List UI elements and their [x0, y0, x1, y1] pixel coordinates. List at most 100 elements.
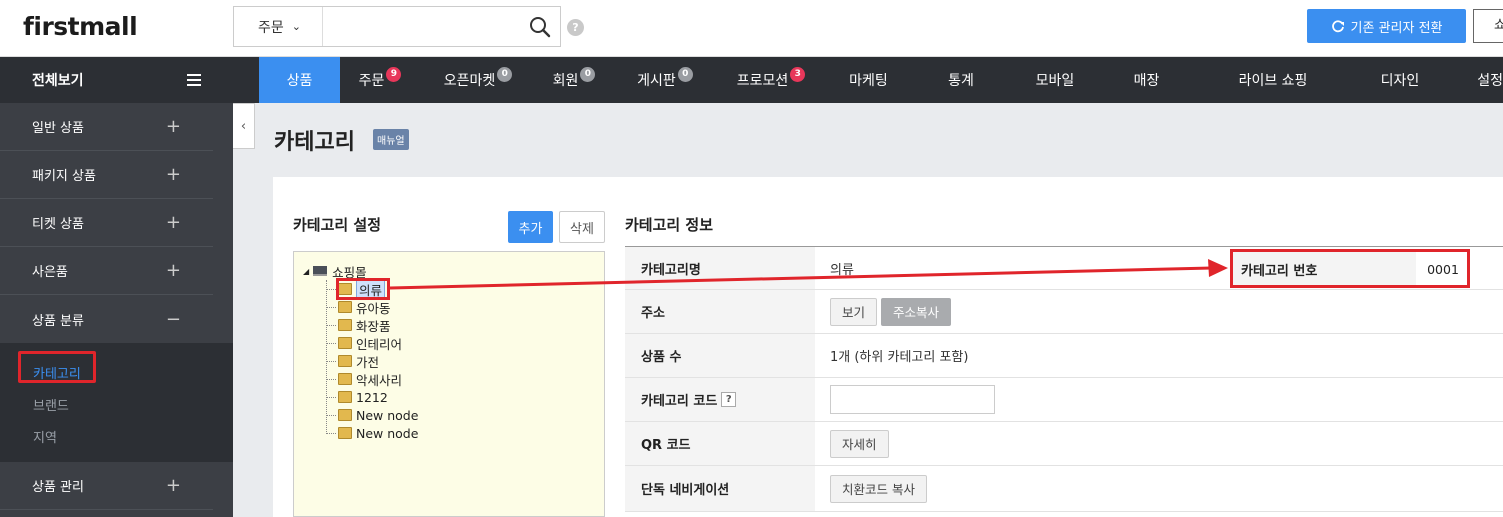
help-icon[interactable]: ?: [567, 19, 584, 36]
info-row-code: 카테고리 코드 ?: [625, 378, 1503, 422]
search-icon[interactable]: [520, 16, 560, 38]
tree-collapse-icon[interactable]: ◢: [303, 267, 309, 276]
tree-connector: [326, 280, 327, 434]
nav-tab-statistics[interactable]: 통계: [913, 57, 1009, 103]
plus-icon: +: [165, 475, 181, 496]
help-icon[interactable]: ?: [721, 392, 737, 407]
tree-node[interactable]: 가전: [338, 352, 379, 370]
tree-connector: [326, 397, 336, 398]
tree-connector: [326, 415, 336, 416]
info-value: [815, 378, 1503, 421]
info-row-navigation: 단독 네비게이션 치환코드 복사: [625, 466, 1503, 512]
sidebar-item-label: 일반 상품: [32, 121, 84, 136]
tree-node-label: 가전: [356, 354, 380, 370]
tree-node[interactable]: New node: [338, 406, 418, 424]
tree-connector: [326, 361, 336, 362]
nav-tab-label: 라이브 쇼핑: [1238, 73, 1308, 89]
info-value: 자세히: [815, 422, 1503, 465]
plus-icon: +: [165, 212, 181, 233]
shop-button[interactable]: 쇼: [1473, 9, 1503, 43]
nav-tab-settings[interactable]: 설정: [1446, 57, 1503, 103]
sidebar-collapse-toggle[interactable]: ‹: [233, 103, 255, 149]
copy-code-button[interactable]: 치환코드 복사: [830, 474, 927, 503]
nav-tab-label: 오픈마켓: [443, 73, 496, 89]
sidebar-subitem-brand[interactable]: 브랜드: [0, 388, 233, 420]
add-category-button[interactable]: 추가: [508, 211, 553, 243]
sidebar-item-general-product[interactable]: 일반 상품 +: [0, 103, 213, 151]
tree-node-label: 인테리어: [356, 336, 403, 352]
highlight-box-tree: [336, 278, 390, 300]
nav-tab-openmarket[interactable]: 오픈마켓 0: [420, 57, 536, 103]
chevron-left-icon: ‹: [240, 118, 247, 134]
nav-badge: 9: [386, 66, 402, 82]
info-label: QR 코드: [625, 422, 815, 465]
sidebar-item-gift[interactable]: 사은품 +: [0, 247, 213, 295]
tree-node-label: 유아동: [356, 300, 391, 316]
nav-tab-member[interactable]: 회원 0: [536, 57, 612, 103]
logo[interactable]: firstmall: [23, 12, 138, 41]
nav-badge: 0: [497, 66, 513, 82]
nav-tab-design[interactable]: 디자인: [1354, 57, 1446, 103]
search-type-select[interactable]: 주문 ⌄: [234, 7, 324, 46]
tree-connector: [326, 379, 336, 380]
manual-badge[interactable]: 매뉴얼: [373, 129, 409, 150]
nav-tab-label: 주문: [358, 73, 385, 89]
tree-node-label: 1212: [356, 389, 388, 405]
folder-icon: [338, 301, 352, 313]
view-address-button[interactable]: 보기: [830, 297, 878, 326]
nav-badge: 0: [580, 66, 596, 82]
product-count-value: 1개 (하위 카테고리 포함): [830, 350, 969, 365]
info-label: 주소: [625, 290, 815, 333]
nav-badge: 3: [790, 66, 806, 82]
sidebar-item-product-management[interactable]: 상품 관리 +: [0, 462, 213, 510]
nav-tab-promotion[interactable]: 프로모션 3: [718, 57, 824, 103]
tree-node[interactable]: 악세사리: [338, 370, 402, 388]
info-value: 보기 주소복사: [815, 290, 1503, 333]
qr-detail-button[interactable]: 자세히: [830, 429, 889, 458]
tree-node[interactable]: 1212: [338, 388, 388, 406]
top-header: firstmall 주문 ⌄ ? 기존 관리자 전환 쇼: [0, 0, 1503, 57]
search-input[interactable]: [323, 7, 521, 46]
nav-tab-board[interactable]: 게시판 0: [612, 57, 718, 103]
sidebar-header[interactable]: 전체보기: [0, 57, 233, 103]
nav-tab-live-shopping[interactable]: 라이브 쇼핑: [1192, 57, 1354, 103]
nav-tab-product[interactable]: 상품: [259, 57, 340, 103]
sidebar-item-label: 상품 관리: [32, 480, 84, 495]
nav-tab-label: 마케팅: [849, 73, 888, 89]
nav-tab-store[interactable]: 매장: [1101, 57, 1192, 103]
tree-node[interactable]: 화장품: [338, 316, 391, 334]
hamburger-menu-icon[interactable]: [187, 74, 201, 86]
nav-tab-mobile[interactable]: 모바일: [1009, 57, 1101, 103]
sidebar-subitem-region[interactable]: 지역: [0, 420, 233, 452]
tree-node[interactable]: 인테리어: [338, 334, 402, 352]
chevron-down-icon: ⌄: [291, 20, 301, 33]
tree-node-label: 악세사리: [356, 372, 403, 388]
nav-tab-order[interactable]: 주문 9: [340, 57, 420, 103]
info-label: 카테고리명: [625, 247, 815, 289]
info-label: 단독 네비게이션: [625, 466, 815, 511]
tree-connector: [326, 307, 336, 308]
copy-address-button[interactable]: 주소복사: [881, 297, 952, 326]
nav-tab-marketing[interactable]: 마케팅: [824, 57, 913, 103]
page-title: 카테고리: [274, 130, 355, 155]
nav-tab-label: 디자인: [1380, 73, 1420, 89]
tree-connector: [326, 343, 336, 344]
nav-tab-label: 상품: [286, 73, 313, 89]
info-row-count: 상품 수 1개 (하위 카테고리 포함): [625, 334, 1503, 378]
tree-connector: [326, 325, 336, 326]
tree-node[interactable]: 유아동: [338, 298, 391, 316]
tree-node-label: 화장품: [356, 318, 391, 334]
category-code-input[interactable]: [830, 385, 995, 414]
sidebar-item-ticket-product[interactable]: 티켓 상품 +: [0, 199, 213, 247]
info-value: 치환코드 복사: [815, 466, 1503, 511]
folder-icon: [338, 391, 352, 403]
nav-tab-label: 프로모션: [736, 73, 789, 89]
delete-category-button[interactable]: 삭제: [559, 211, 605, 243]
sidebar-item-product-category[interactable]: 상품 분류 −: [0, 295, 213, 343]
tree-node-label: New node: [356, 425, 419, 441]
sidebar-title: 전체보기: [32, 73, 84, 89]
tree-node[interactable]: New node: [338, 424, 418, 442]
sidebar-item-package-product[interactable]: 패키지 상품 +: [0, 151, 213, 199]
switch-admin-button[interactable]: 기존 관리자 전환: [1307, 9, 1466, 43]
tree-connector: [326, 433, 336, 434]
